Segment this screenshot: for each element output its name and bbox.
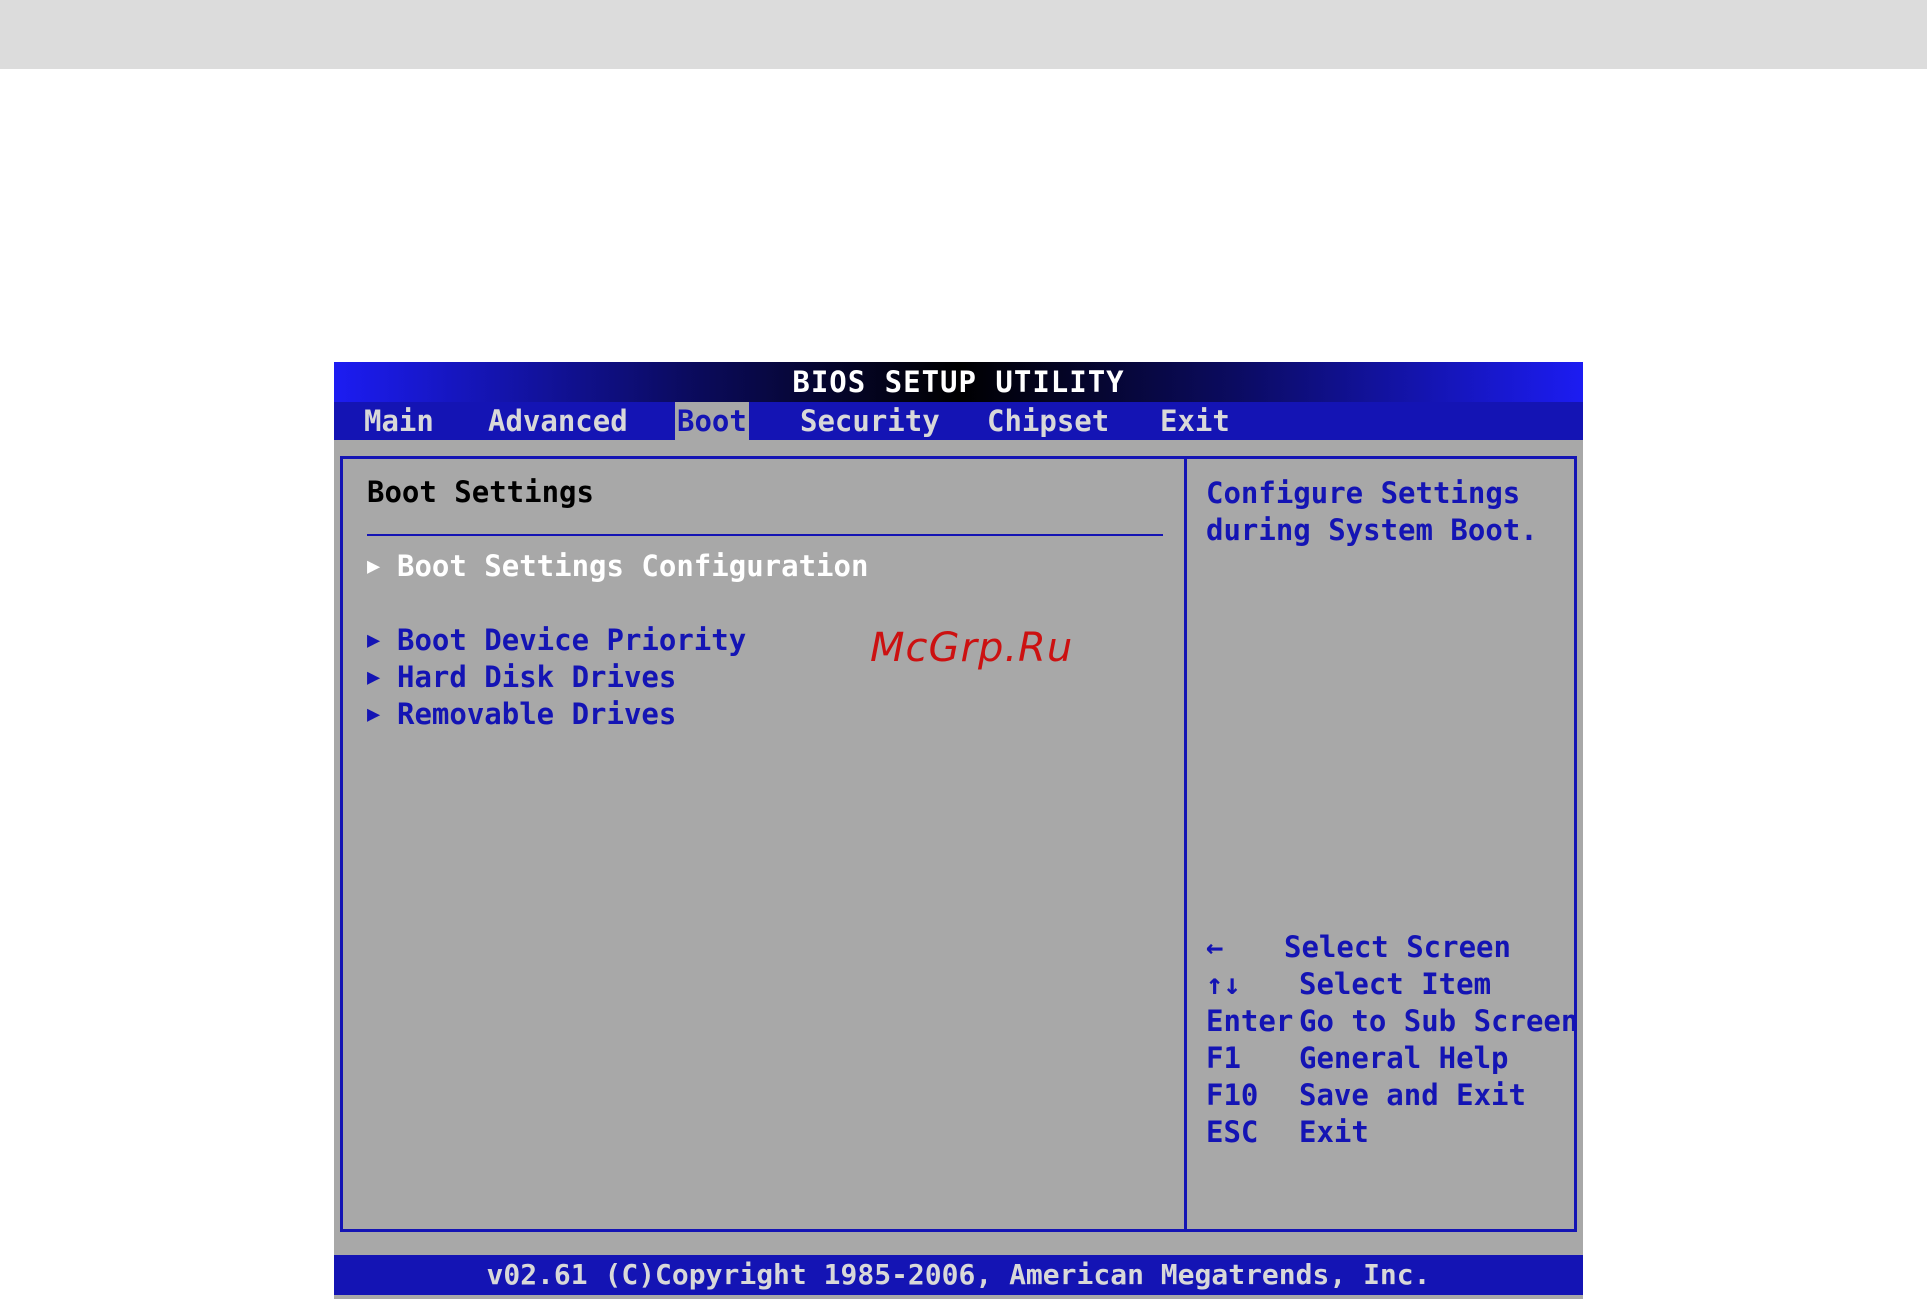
help-description: Configure Settings during System Boot. bbox=[1206, 475, 1566, 549]
key-name: F1 bbox=[1206, 1041, 1241, 1075]
triangle-right-icon: ▶ bbox=[367, 665, 381, 690]
key-action: Select Screen bbox=[1284, 930, 1511, 964]
entry-label: Boot Device Priority bbox=[397, 623, 747, 657]
key-action: Save and Exit bbox=[1299, 1078, 1526, 1112]
key-action: Go to Sub Screen bbox=[1299, 1004, 1579, 1038]
tab-exit[interactable]: Exit bbox=[1160, 402, 1230, 440]
key-row-enter: Enter Go to Sub Screen bbox=[1206, 1003, 1578, 1040]
top-margin-strip bbox=[0, 0, 1927, 69]
arrow-left-icon: ← bbox=[1206, 930, 1224, 964]
key-row-select-item: ↑↓ Select Item bbox=[1206, 966, 1578, 1003]
help-panel: Configure Settings during System Boot. ←… bbox=[1184, 456, 1578, 1232]
entry-boot-settings-configuration[interactable]: ▶ Boot Settings Configuration bbox=[367, 549, 868, 583]
title-divider bbox=[367, 534, 1163, 536]
entry-label: Hard Disk Drives bbox=[397, 660, 677, 694]
key-row-f10: F10 Save and Exit bbox=[1206, 1077, 1578, 1114]
key-row-select-screen: ← Select Screen bbox=[1206, 929, 1578, 966]
triangle-right-icon: ▶ bbox=[367, 702, 381, 727]
key-action: General Help bbox=[1299, 1041, 1509, 1075]
entry-removable-drives[interactable]: ▶ Removable Drives bbox=[367, 697, 676, 731]
key-name: F10 bbox=[1206, 1078, 1259, 1112]
watermark-text: McGrp.Ru bbox=[870, 625, 1074, 671]
tab-advanced[interactable]: Advanced bbox=[488, 402, 628, 440]
entry-hard-disk-drives[interactable]: ▶ Hard Disk Drives bbox=[367, 660, 676, 694]
tab-security[interactable]: Security bbox=[800, 402, 940, 440]
bios-title: BIOS SETUP UTILITY bbox=[334, 362, 1583, 402]
tab-main[interactable]: Main bbox=[364, 402, 434, 440]
menu-bar: Main Advanced Boot Security Chipset Exit bbox=[334, 402, 1583, 440]
help-line: during System Boot. bbox=[1206, 513, 1538, 547]
key-name: ESC bbox=[1206, 1115, 1259, 1149]
triangle-right-icon: ▶ bbox=[367, 628, 381, 653]
key-row-f1: F1 General Help bbox=[1206, 1040, 1578, 1077]
key-name: Enter bbox=[1206, 1004, 1294, 1038]
copyright-footer: v02.61 (C)Copyright 1985-2006, American … bbox=[334, 1255, 1583, 1295]
entry-label: Removable Drives bbox=[397, 697, 677, 731]
triangle-right-icon: ▶ bbox=[367, 554, 381, 579]
panel-title: Boot Settings bbox=[367, 475, 594, 509]
key-row-esc: ESC Exit bbox=[1206, 1114, 1578, 1151]
tab-boot[interactable]: Boot bbox=[675, 402, 749, 440]
key-action: Exit bbox=[1299, 1115, 1369, 1149]
key-action: Select Item bbox=[1299, 967, 1492, 1001]
tab-chipset[interactable]: Chipset bbox=[987, 402, 1109, 440]
key-legend: ← Select Screen ↑↓ Select Item Enter Go to … bbox=[1206, 929, 1578, 1151]
boot-settings-panel: Boot Settings ▶ Boot Settings Configurati… bbox=[340, 456, 1188, 1232]
help-line: Configure Settings bbox=[1206, 476, 1521, 510]
entry-boot-device-priority[interactable]: ▶ Boot Device Priority bbox=[367, 623, 746, 657]
bios-screen: BIOS SETUP UTILITY Main Advanced Boot Se… bbox=[334, 362, 1583, 1299]
entry-label: Boot Settings Configuration bbox=[397, 549, 869, 583]
arrow-up-down-icon: ↑↓ bbox=[1206, 967, 1241, 1001]
